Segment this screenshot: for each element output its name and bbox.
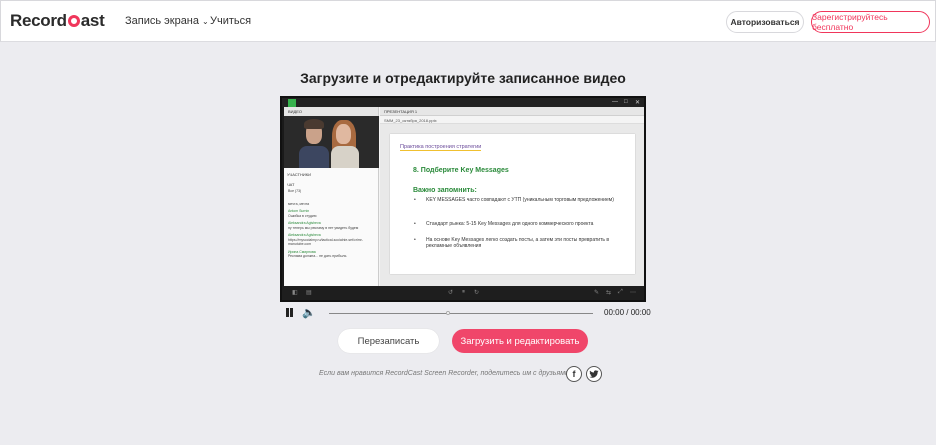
time-display: 00:00 / 00:00 — [604, 308, 651, 317]
file-tab: SMM_23_октября_2018.pptx — [380, 116, 644, 124]
video-window-titlebar: — □ ✕ — [282, 98, 644, 109]
signup-button[interactable]: Зарегистрируйтесь бесплатно — [811, 11, 930, 33]
minimize-icon: — — [612, 99, 618, 105]
login-button[interactable]: Авторизоваться — [726, 11, 804, 33]
chat-message: мечта, мечта — [288, 201, 310, 206]
player-controls: 🔈 00:00 / 00:00 — [282, 305, 651, 321]
chat-list: Все (73) мечта, мечта Antom Surnin Ошибка… — [284, 189, 379, 259]
close-icon: ✕ — [635, 100, 641, 106]
slide-bullet: На основе Key Messages легко создать пос… — [414, 237, 626, 249]
presentation-title: ПРЕЗЕНТАЦИЯ 1 — [380, 107, 644, 116]
nav-learn[interactable]: Учиться — [210, 15, 251, 27]
video-preview[interactable]: — □ ✕ ВИДЕО УЧАСТНИКИ ЧАТ Все (73) мечта… — [280, 96, 646, 302]
nav-learn-label: Учиться — [210, 15, 252, 27]
chat-message: Aleksandra Agisheva ну теперь мы рекламу … — [288, 221, 359, 230]
slide-heading: 8. Подберите Key Messages — [413, 167, 509, 174]
pause-icon[interactable] — [285, 308, 294, 318]
video-panel-title: ВИДЕО — [284, 107, 378, 116]
logo-c-icon — [67, 15, 80, 27]
slide-crumb: Практика построения стратегии — [400, 144, 482, 151]
slide-bullet: Стандарт рынка: 5-15 Key Messages для од… — [414, 221, 626, 227]
recorded-screen: ВИДЕО УЧАСТНИКИ ЧАТ Все (73) мечта, мечт… — [284, 107, 644, 290]
slide-bullet: KEY MESSAGES часто совпадают с УТП (уник… — [414, 197, 626, 203]
webcam-feed — [284, 116, 379, 168]
chevron-down-icon: ⌄ — [202, 16, 209, 26]
volume-icon[interactable]: 🔈 — [302, 306, 316, 319]
facebook-icon[interactable]: f — [566, 366, 582, 382]
recorded-app-toolbar: ◧ ▤ ↺ ⏸ ↻ ✎ ⇆ ⤢ ⋯ — [282, 286, 644, 300]
upload-edit-button[interactable]: Загрузить и редактировать — [452, 329, 588, 353]
seek-handle[interactable] — [445, 311, 450, 315]
seek-bar[interactable] — [329, 311, 593, 315]
nav-screen-recording[interactable]: Запись экрана ⌄ — [125, 15, 209, 27]
chat-message: Ирина Смирнова Реклама должна... не дать … — [288, 249, 347, 259]
site-header: Record ast Запись экрана ⌄ Учиться Автори… — [0, 0, 936, 42]
webinar-left-panel: ВИДЕО УЧАСТНИКИ ЧАТ Все (73) мечта, мечт… — [284, 107, 379, 290]
slide-subheading: Важно запомнить: — [413, 187, 477, 194]
nav-screen-recording-label: Запись экрана — [125, 15, 200, 27]
logo-text-right: ast — [80, 11, 105, 30]
maximize-icon: □ — [624, 99, 628, 105]
chat-message: Aleksandra Agisheva https://mysocialmy.ru… — [288, 233, 364, 246]
presentation-panel: ПРЕЗЕНТАЦИЯ 1 SMM_23_октября_2018.pptx П… — [380, 107, 644, 290]
rerecord-button[interactable]: Перезаписать — [338, 329, 439, 353]
chat-message: Все (73) — [288, 189, 302, 193]
participants-label: УЧАСТНИКИ — [287, 172, 311, 177]
chat-label: ЧАТ — [287, 182, 295, 187]
chat-message: Antom Surnin Ошибка в студию — [288, 209, 317, 218]
page-title: Загрузите и отредактируйте записанное ви… — [300, 70, 626, 86]
twitter-icon[interactable] — [586, 366, 602, 382]
logo[interactable]: Record ast — [10, 11, 105, 31]
presentation-slide: Практика построения стратегии 8. Подбери… — [390, 134, 635, 274]
share-text: Если вам нравится RecordCast Screen Reco… — [319, 370, 571, 377]
logo-text-left: Record — [10, 11, 67, 30]
